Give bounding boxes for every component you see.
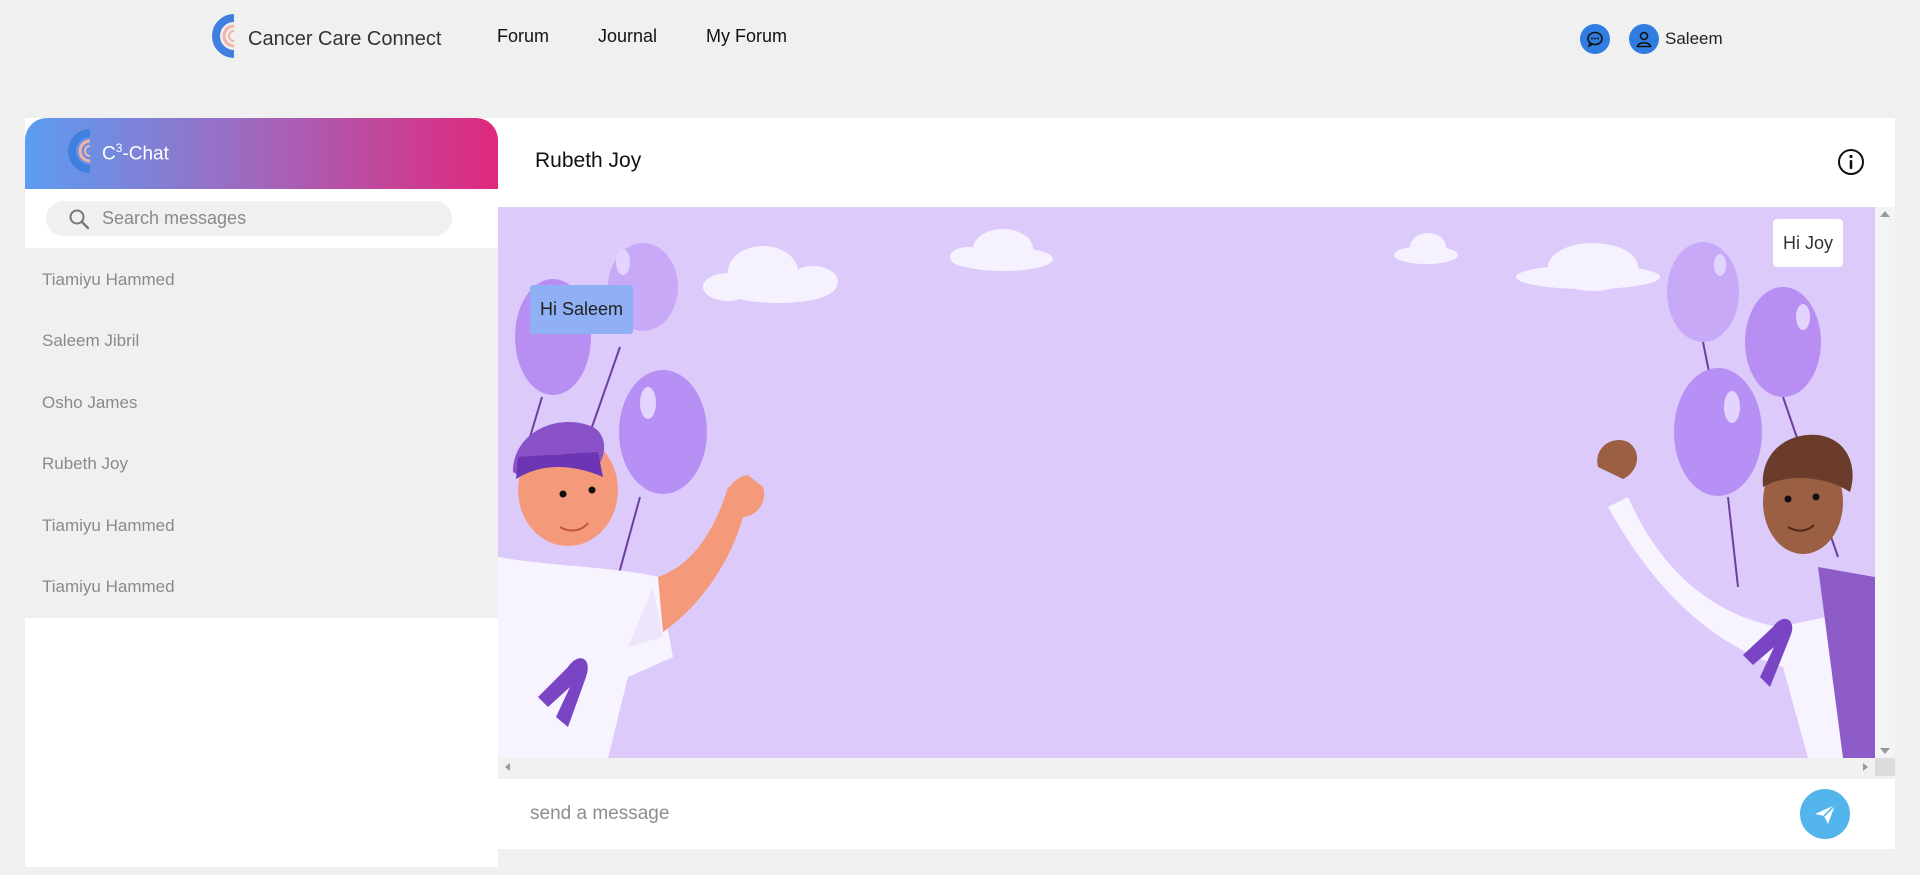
user-menu-button[interactable]: Saleem [1629, 24, 1723, 54]
chat-button[interactable] [1580, 24, 1610, 54]
user-icon [1636, 31, 1652, 48]
message-input[interactable] [530, 799, 1730, 829]
info-icon[interactable] [1837, 148, 1865, 176]
chat-contact-name: Rubeth Joy [535, 149, 642, 172]
send-button[interactable] [1800, 789, 1850, 839]
chat-app-title: C3-Chat [102, 141, 169, 165]
scrollbar-corner [1875, 758, 1895, 776]
message-received: Hi Saleem [530, 285, 634, 334]
search-icon [68, 208, 90, 230]
contact-item[interactable]: Rubeth Joy [25, 434, 498, 496]
search-box[interactable] [46, 201, 452, 236]
horizontal-scrollbar[interactable] [498, 758, 1875, 776]
nav-forum-link[interactable]: Forum [497, 26, 549, 47]
brand-link[interactable]: Cancer Care Connect [204, 12, 441, 60]
send-icon [1815, 804, 1836, 824]
contact-item[interactable]: Tiamiyu Hammed [25, 495, 498, 557]
avatar [1629, 24, 1659, 54]
message-area[interactable]: Hi Saleem Hi Joy [498, 207, 1875, 758]
sidebar-header: C3-Chat [25, 118, 498, 189]
scroll-down-arrow-icon[interactable] [1880, 748, 1890, 754]
message-composer [498, 779, 1895, 849]
top-navbar: Cancer Care Connect Forum Journal My For… [0, 0, 1920, 78]
nav-my-forum-link[interactable]: My Forum [706, 26, 787, 47]
brand-name: Cancer Care Connect [248, 27, 442, 50]
chat-header: Rubeth Joy [498, 118, 1895, 207]
vertical-scrollbar[interactable] [1875, 207, 1895, 758]
contact-list: Tiamiyu Hammed Saleem Jibril Osho James … [25, 249, 498, 618]
nav-journal-link[interactable]: Journal [598, 26, 657, 47]
chat-panel: Rubeth Joy Hi Saleem Hi Joy send a messa… [498, 118, 1895, 853]
chat-background-illustration [498, 229, 1875, 758]
search-input[interactable] [102, 208, 422, 229]
contact-item[interactable]: Saleem Jibril [25, 311, 498, 373]
chat-bubble-icon [1587, 31, 1603, 48]
scroll-right-arrow-icon[interactable] [1863, 763, 1868, 771]
user-name: Saleem [1665, 29, 1723, 48]
scroll-up-arrow-icon[interactable] [1880, 211, 1890, 217]
brand-logo-icon [212, 14, 235, 58]
contact-item[interactable]: Osho James [25, 372, 498, 434]
search-bar [25, 189, 498, 249]
c3-logo-icon [68, 129, 91, 173]
contact-item[interactable]: Tiamiyu Hammed [25, 249, 498, 311]
contact-item[interactable]: Tiamiyu Hammed [25, 557, 498, 619]
scroll-left-arrow-icon[interactable] [505, 763, 510, 771]
message-sent: Hi Joy [1772, 219, 1843, 267]
chat-sidebar: C3-Chat Tiamiyu Hammed Saleem Jibril Osh… [25, 118, 498, 867]
